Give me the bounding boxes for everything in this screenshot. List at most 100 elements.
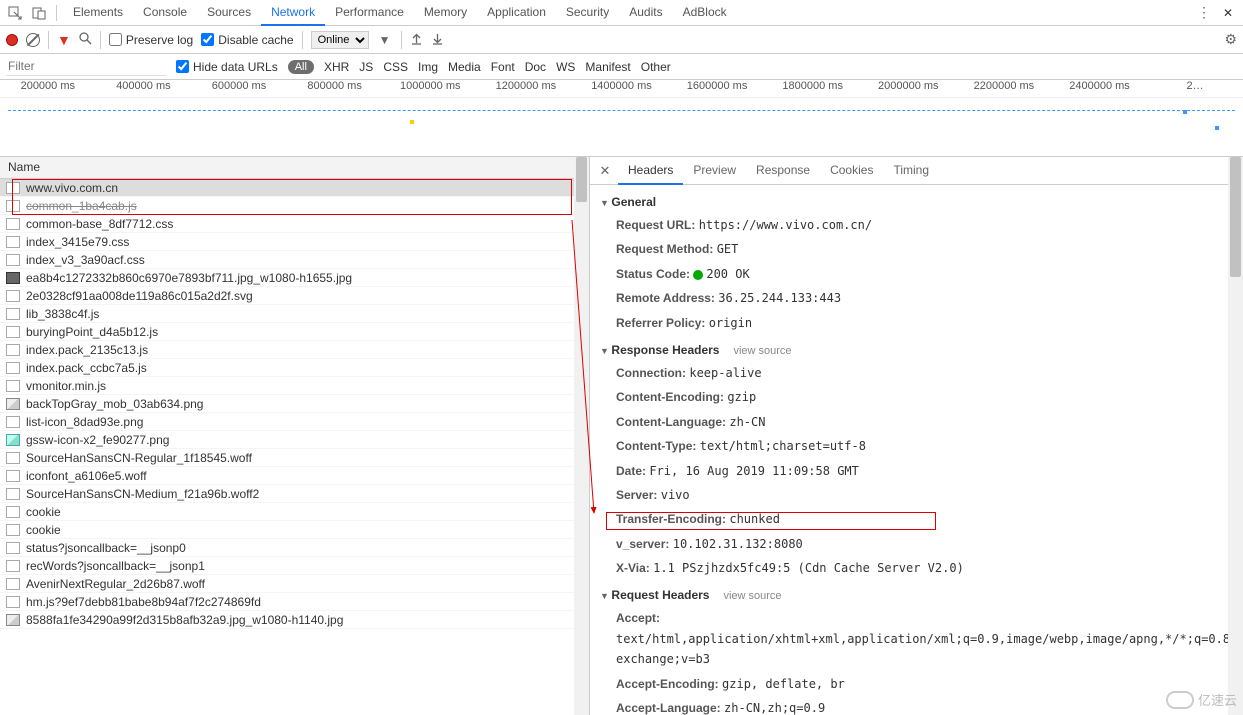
tab-adblock[interactable]: AdBlock: [673, 0, 737, 26]
tab-performance[interactable]: Performance: [325, 0, 414, 26]
file-icon: [6, 344, 20, 356]
file-icon: [6, 290, 20, 302]
filter-type-ws[interactable]: WS: [556, 60, 575, 74]
request-row[interactable]: common-base_8df7712.css: [0, 215, 589, 233]
timeline-tick: 2400000 ms: [1052, 80, 1148, 97]
request-row[interactable]: index.pack_ccbc7a5.js: [0, 359, 589, 377]
request-row[interactable]: 8588fa1fe34290a99f2d315b8afb32a9.jpg_w10…: [0, 611, 589, 629]
filter-bar: Hide data URLs All XHR JS CSS Img Media Font Do…: [0, 54, 1243, 80]
export-har-icon[interactable]: [431, 32, 444, 48]
request-row[interactable]: iconfont_a6106e5.woff: [0, 467, 589, 485]
filter-type-xhr[interactable]: XHR: [324, 60, 349, 74]
request-row[interactable]: common_1ba4cab.js: [0, 197, 589, 215]
tab-console[interactable]: Console: [133, 0, 197, 26]
clear-button[interactable]: [26, 33, 40, 47]
view-source-link[interactable]: view source: [723, 590, 781, 602]
tab-security[interactable]: Security: [556, 0, 619, 26]
filter-type-manifest[interactable]: Manifest: [585, 60, 630, 74]
more-icon[interactable]: ⋮: [1193, 2, 1215, 24]
preserve-log-checkbox[interactable]: Preserve log: [109, 33, 193, 47]
filter-type-img[interactable]: Img: [418, 60, 438, 74]
filter-type-all[interactable]: All: [288, 60, 314, 74]
device-toggle-icon[interactable]: [28, 2, 50, 24]
request-name: SourceHanSansCN-Medium_f21a96b.woff2: [26, 487, 259, 501]
request-row[interactable]: cookie: [0, 521, 589, 539]
filter-type-doc[interactable]: Doc: [525, 60, 546, 74]
request-name: index.pack_ccbc7a5.js: [26, 361, 147, 375]
detail-tabs: ✕ HeadersPreviewResponseCookiesTiming: [590, 157, 1243, 185]
record-button[interactable]: [6, 34, 18, 46]
request-row[interactable]: SourceHanSansCN-Medium_f21a96b.woff2: [0, 485, 589, 503]
header-row: Status Code: 200 OK: [600, 262, 1233, 286]
request-row[interactable]: buryingPoint_d4a5b12.js: [0, 323, 589, 341]
request-row[interactable]: lib_3838c4f.js: [0, 305, 589, 323]
tab-network[interactable]: Network: [261, 0, 325, 26]
timeline-overview[interactable]: 200000 ms400000 ms600000 ms800000 ms1000…: [0, 80, 1243, 157]
tab-sources[interactable]: Sources: [197, 0, 261, 26]
request-row[interactable]: index.pack_2135c13.js: [0, 341, 589, 359]
request-row[interactable]: status?jsoncallback=__jsonp0: [0, 539, 589, 557]
section-header[interactable]: General: [600, 191, 1233, 213]
request-row[interactable]: ea8b4c1272332b860c6970e7893bf711.jpg_w10…: [0, 269, 589, 287]
name-column-header[interactable]: Name: [0, 157, 589, 179]
filter-type-other[interactable]: Other: [641, 60, 671, 74]
request-row[interactable]: cookie: [0, 503, 589, 521]
file-icon: [6, 434, 20, 446]
filter-type-font[interactable]: Font: [491, 60, 515, 74]
close-detail-icon[interactable]: ✕: [594, 163, 616, 179]
request-row[interactable]: SourceHanSansCN-Regular_1f18545.woff: [0, 449, 589, 467]
detail-tab-timing[interactable]: Timing: [883, 157, 939, 185]
file-icon: [6, 380, 20, 392]
tab-application[interactable]: Application: [477, 0, 556, 26]
import-har-icon[interactable]: [410, 32, 423, 48]
tab-audits[interactable]: Audits: [619, 0, 672, 26]
section-header[interactable]: Response Headersview source: [600, 339, 1233, 361]
tab-elements[interactable]: Elements: [63, 0, 133, 26]
filter-type-css[interactable]: CSS: [383, 60, 408, 74]
request-row[interactable]: 2e0328cf91aa008de119a86c015a2d2f.svg: [0, 287, 589, 305]
filter-type-media[interactable]: Media: [448, 60, 481, 74]
detail-panel: ✕ HeadersPreviewResponseCookiesTiming Ge…: [590, 157, 1243, 715]
request-row[interactable]: recWords?jsoncallback=__jsonp1: [0, 557, 589, 575]
detail-tab-response[interactable]: Response: [746, 157, 820, 185]
request-row[interactable]: list-icon_8dad93e.png: [0, 413, 589, 431]
section-header[interactable]: Request Headersview source: [600, 584, 1233, 606]
header-row: Accept-Language: zh-CN,zh;q=0.9: [600, 696, 1233, 715]
filter-input[interactable]: [6, 57, 166, 76]
timeline-tick: 200000 ms: [0, 80, 96, 97]
header-row: Referrer Policy: origin: [600, 311, 1233, 335]
close-devtools-icon[interactable]: ✕: [1217, 2, 1239, 24]
request-row[interactable]: gssw-icon-x2_fe90277.png: [0, 431, 589, 449]
request-name: index_v3_3a90acf.css: [26, 253, 145, 267]
scrollbar[interactable]: [1228, 157, 1243, 715]
throttling-select[interactable]: Online: [311, 31, 369, 49]
file-icon: [6, 236, 20, 248]
request-name: SourceHanSansCN-Regular_1f18545.woff: [26, 451, 252, 465]
file-icon: [6, 596, 20, 608]
view-source-link[interactable]: view source: [733, 345, 791, 357]
request-name: www.vivo.com.cn: [26, 181, 118, 195]
scrollbar[interactable]: [574, 157, 589, 715]
request-row[interactable]: vmonitor.min.js: [0, 377, 589, 395]
detail-tab-preview[interactable]: Preview: [683, 157, 746, 185]
inspect-icon[interactable]: [4, 2, 26, 24]
hide-data-urls-checkbox[interactable]: Hide data URLs: [176, 60, 278, 74]
search-icon[interactable]: [79, 32, 92, 48]
disable-cache-checkbox[interactable]: Disable cache: [201, 33, 293, 47]
request-row[interactable]: AvenirNextRegular_2d26b87.woff: [0, 575, 589, 593]
request-row[interactable]: index_v3_3a90acf.css: [0, 251, 589, 269]
request-row[interactable]: backTopGray_mob_03ab634.png: [0, 395, 589, 413]
request-name: gssw-icon-x2_fe90277.png: [26, 433, 169, 447]
detail-tab-cookies[interactable]: Cookies: [820, 157, 883, 185]
request-row[interactable]: index_3415e79.css: [0, 233, 589, 251]
request-row[interactable]: hm.js?9ef7debb81babe8b94af7f2c274869fd: [0, 593, 589, 611]
tab-memory[interactable]: Memory: [414, 0, 477, 26]
request-name: vmonitor.min.js: [26, 379, 106, 393]
request-row[interactable]: www.vivo.com.cn: [0, 179, 589, 197]
settings-icon[interactable]: ⚙: [1224, 31, 1237, 48]
filter-toggle-icon[interactable]: ▼: [57, 32, 71, 48]
detail-tab-headers[interactable]: Headers: [618, 157, 683, 185]
request-name: recWords?jsoncallback=__jsonp1: [26, 559, 205, 573]
header-row: Content-Encoding: gzip: [600, 385, 1233, 409]
filter-type-js[interactable]: JS: [359, 60, 373, 74]
